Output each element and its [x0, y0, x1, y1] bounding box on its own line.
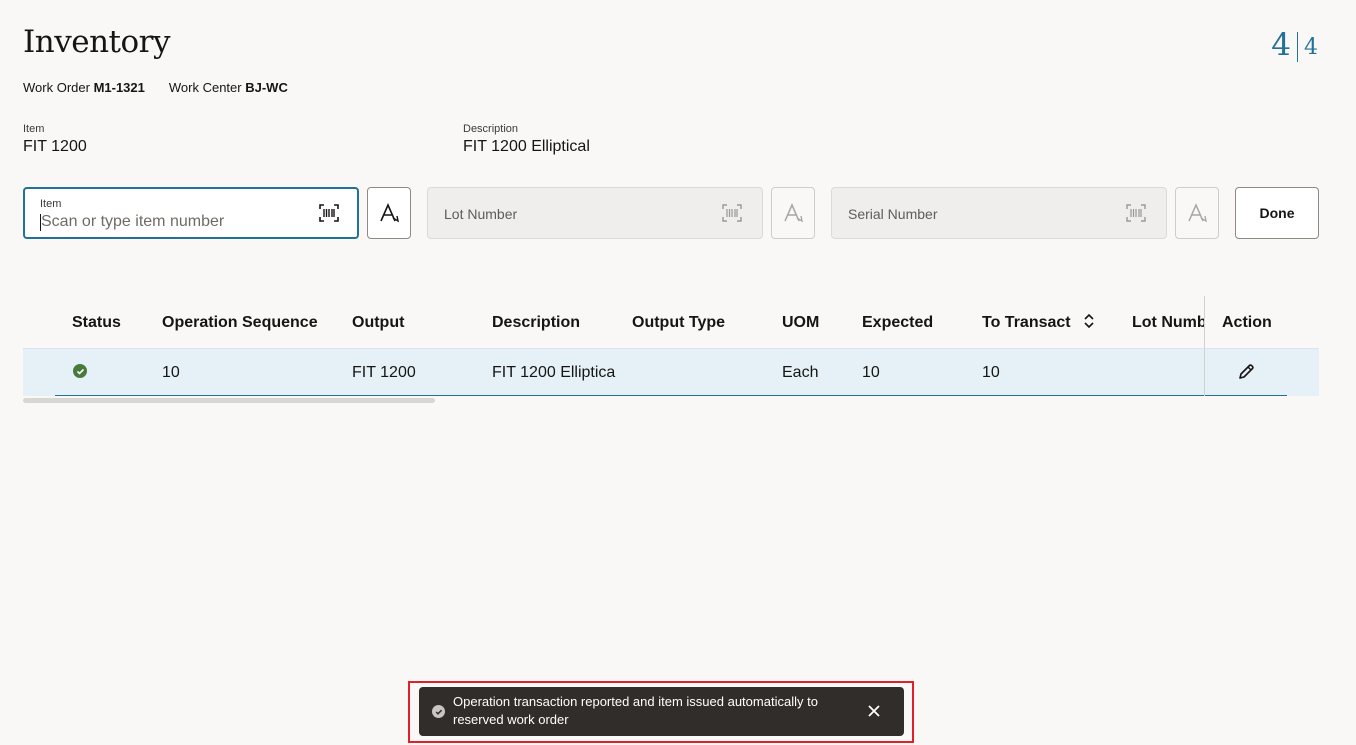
lot-number-input[interactable]: Lot Number [427, 187, 763, 239]
lot-font-toggle-button[interactable] [771, 187, 815, 239]
outputs-table: Status Operation Sequence Output Descrip… [23, 296, 1319, 403]
cell-to-transact: 10 [982, 364, 1000, 381]
lot-number-placeholder: Lot Number [444, 206, 518, 222]
item-input-label: Item [40, 198, 62, 210]
cell-output: FIT 1200 [352, 364, 416, 381]
serial-number-placeholder: Serial Number [848, 206, 938, 222]
barcode-scan-icon [722, 204, 742, 222]
cell-uom: Each [782, 364, 819, 381]
cell-op-seq: 10 [162, 364, 180, 381]
check-circle-icon [432, 705, 445, 718]
text-a-icon [380, 203, 399, 223]
edit-pencil-icon[interactable] [1237, 363, 1255, 381]
item-info-label: Item [23, 123, 45, 135]
horizontal-scrollbar[interactable] [23, 398, 435, 403]
col-to-transact-label: To Transact [982, 314, 1071, 331]
col-action: Action [1222, 314, 1272, 331]
col-uom[interactable]: UOM [782, 314, 819, 332]
toast-text: Operation transaction reported and item … [453, 694, 818, 727]
col-output[interactable]: Output [352, 314, 404, 332]
table-row[interactable]: 10 FIT 1200 FIT 1200 Elliptica Each 10 1… [23, 348, 1319, 396]
cell-expected: 10 [862, 364, 880, 381]
col-to-transact[interactable]: To Transact [982, 313, 1095, 332]
counter-divider [1297, 32, 1298, 62]
work-center-label: Work Center [168, 80, 242, 95]
col-description[interactable]: Description [492, 314, 580, 332]
text-a-icon [1188, 203, 1207, 223]
col-status[interactable]: Status [72, 314, 121, 332]
barcode-scan-icon [1126, 204, 1146, 222]
work-center-value: BJ-WC [245, 80, 288, 95]
counter-current: 4 [1271, 27, 1291, 63]
serial-number-input[interactable]: Serial Number [831, 187, 1167, 239]
close-icon[interactable] [864, 701, 884, 721]
action-column-divider [1204, 296, 1205, 396]
work-order-label: Work Order [23, 80, 90, 95]
text-caret [40, 214, 41, 231]
check-circle-icon [73, 364, 87, 378]
row-focus-underline [55, 395, 1287, 396]
description-label: Description [463, 123, 519, 135]
item-info-value: FIT 1200 [23, 138, 87, 155]
toast-message: Operation transaction reported and item … [419, 687, 904, 736]
work-order: Work Order M1-1321 [23, 80, 145, 95]
page-title: Inventory [23, 24, 171, 60]
font-toggle-button[interactable] [367, 187, 411, 239]
table-header: Status Operation Sequence Output Descrip… [23, 296, 1319, 348]
page-counter: 4 4 [1271, 28, 1318, 62]
work-center: Work Center BJ-WC [169, 80, 288, 95]
col-lot-number[interactable]: Lot Numb [1132, 314, 1204, 332]
barcode-scan-icon[interactable] [319, 204, 339, 222]
done-button[interactable]: Done [1235, 187, 1319, 239]
counter-total: 4 [1304, 35, 1318, 60]
item-input-placeholder: Scan or type item number [41, 213, 225, 230]
col-expected[interactable]: Expected [862, 314, 933, 332]
item-input[interactable]: Item Scan or type item number [23, 187, 359, 239]
col-operation-sequence[interactable]: Operation Sequence [162, 314, 318, 332]
description-value: FIT 1200 Elliptical [463, 138, 590, 155]
work-order-info: Work Order M1-1321 Work Center BJ-WC [23, 80, 288, 95]
inventory-page: Inventory 4 4 Work Order M1-1321 Work Ce… [0, 0, 1356, 745]
serial-font-toggle-button[interactable] [1175, 187, 1219, 239]
text-a-icon [784, 203, 803, 223]
work-order-value: M1-1321 [93, 80, 145, 95]
cell-description: FIT 1200 Elliptica [492, 364, 616, 381]
col-output-type[interactable]: Output Type [632, 314, 725, 332]
sort-icon[interactable] [1083, 313, 1095, 329]
